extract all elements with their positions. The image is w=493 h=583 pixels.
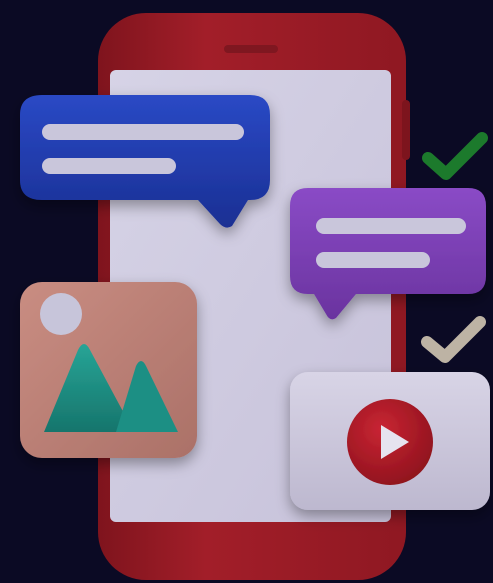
video-card [290,372,490,510]
chat-line-icon [42,158,176,174]
mobile-messaging-illustration [20,13,490,580]
checkmark-icon [421,316,486,363]
phone-side-button [402,100,410,160]
chat-line-icon [42,124,244,140]
phone-speaker [224,45,278,53]
illustration [0,0,493,583]
chat-line-icon [316,218,466,234]
checkmark-icon [422,132,488,180]
chat-line-icon [316,252,430,268]
image-card [20,282,197,458]
sun-icon [40,293,82,335]
